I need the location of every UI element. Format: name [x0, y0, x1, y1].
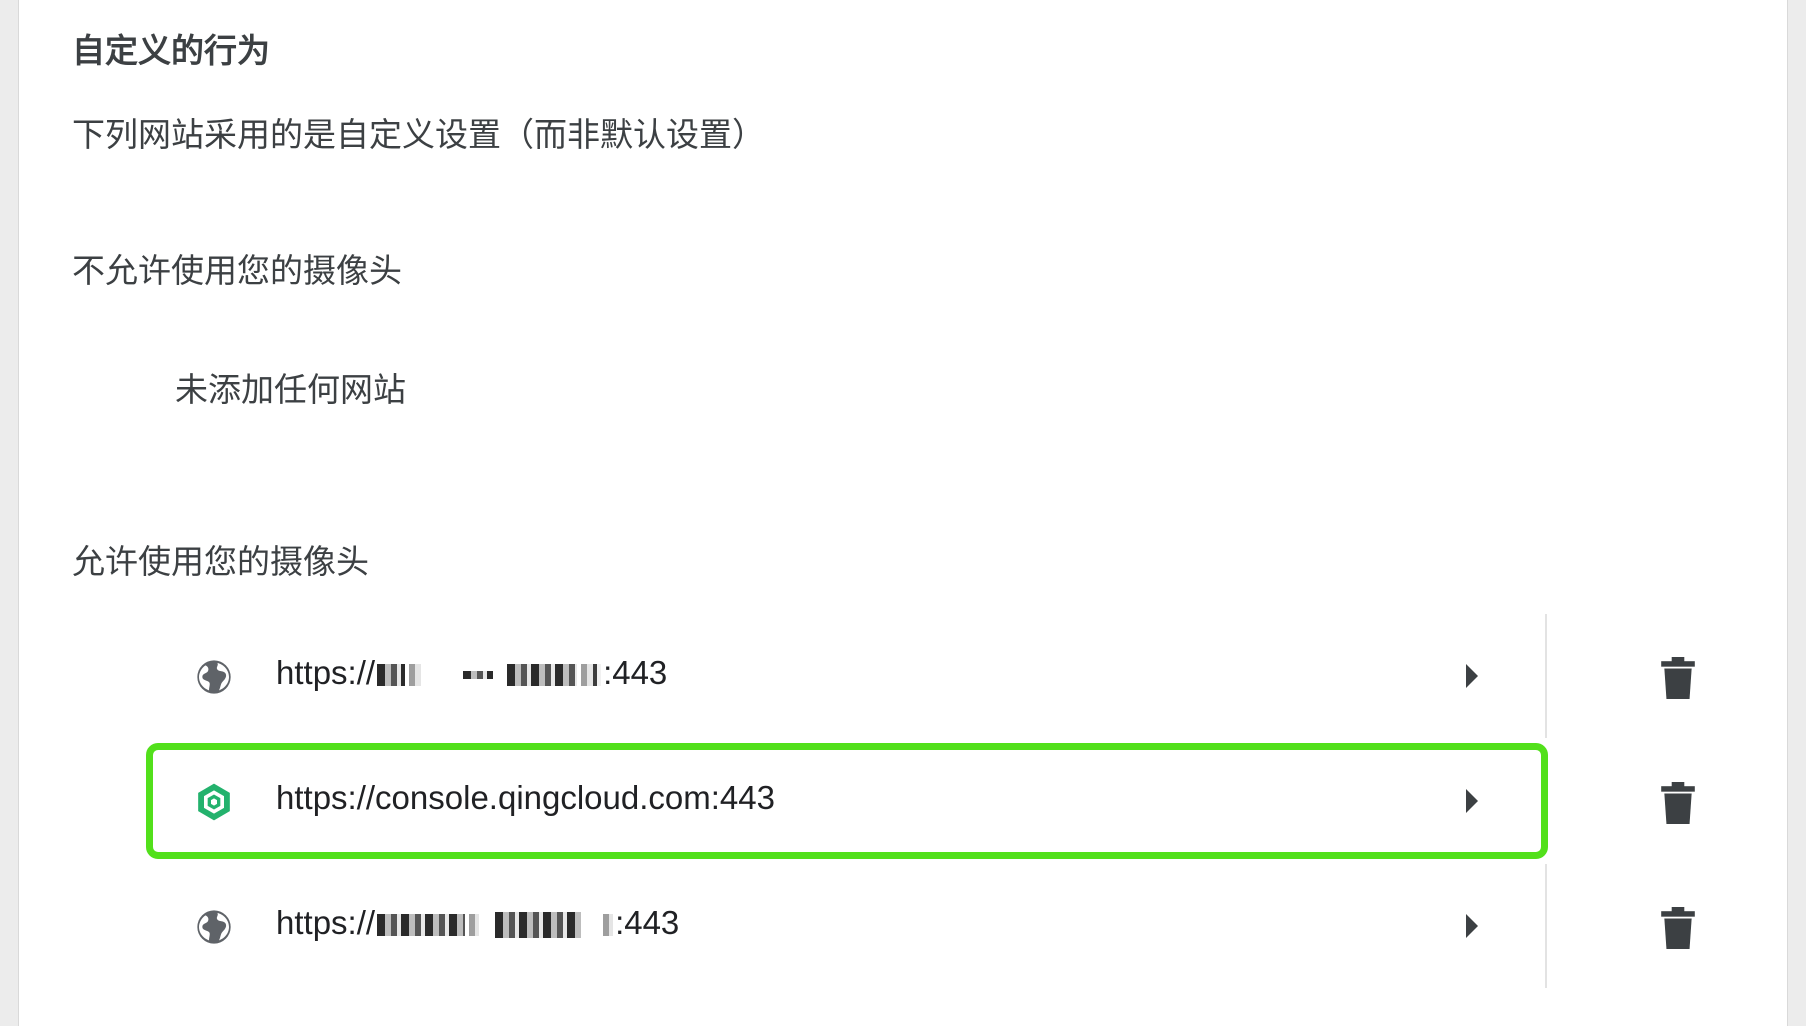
- allowed-site-row[interactable]: https:// :443: [159, 614, 1557, 738]
- redacted-text: [377, 914, 466, 937]
- site-url-prefix: https://: [276, 904, 376, 941]
- site-url: https:// :443: [276, 904, 679, 942]
- chevron-right-icon[interactable]: [1462, 912, 1482, 940]
- delete-site-trash-icon[interactable]: [1661, 907, 1695, 949]
- allowed-heading: 允许使用您的摄像头: [72, 542, 369, 581]
- redacted-text: [463, 671, 494, 680]
- site-url-port: :443: [603, 654, 668, 691]
- delete-site-trash-icon[interactable]: [1661, 782, 1695, 824]
- row-divider: [1545, 614, 1547, 738]
- section-title: 自定义的行为: [72, 31, 270, 70]
- row-divider: [1545, 864, 1547, 988]
- site-url-port: :443: [615, 904, 680, 941]
- blocked-heading: 不允许使用您的摄像头: [72, 251, 402, 290]
- redacted-text: [507, 664, 578, 687]
- allowed-site-row[interactable]: https:// :443: [159, 864, 1557, 988]
- globe-icon: [197, 660, 231, 694]
- section-description: 下列网站采用的是自定义设置（而非默认设置）: [72, 115, 765, 154]
- blocked-empty-message: 未添加任何网站: [175, 370, 406, 409]
- site-url: https:// :443: [276, 654, 667, 692]
- site-url-prefix: https://: [276, 654, 376, 691]
- redacted-text: [377, 664, 406, 687]
- site-settings-card: 自定义的行为 下列网站采用的是自定义设置（而非默认设置） 不允许使用您的摄像头 …: [18, 0, 1788, 1026]
- globe-icon: [197, 910, 231, 944]
- redacted-text: [469, 914, 480, 937]
- redacted-text: [581, 664, 602, 687]
- redacted-text: [409, 664, 422, 687]
- chevron-right-icon[interactable]: [1462, 662, 1482, 690]
- redacted-text: [495, 912, 582, 939]
- delete-site-trash-icon[interactable]: [1661, 657, 1695, 699]
- redacted-text: [603, 914, 614, 937]
- highlight-box: [146, 743, 1548, 859]
